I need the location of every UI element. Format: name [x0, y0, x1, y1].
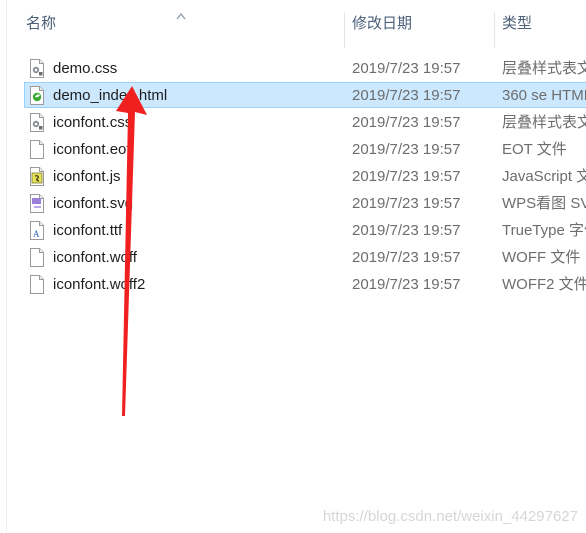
css-file-icon [29, 59, 45, 78]
file-list: demo.css 2019/7/23 19:57 层叠样式表文档 demo_index… [0, 55, 586, 298]
file-row[interactable]: iconfont.woff2 2019/7/23 19:57 WOFF2 文件 [0, 271, 586, 298]
file-type: 360 se HTML Document [502, 87, 586, 104]
svg-text:A: A [33, 229, 40, 239]
column-header-bar: 名称 修改日期 类型 [0, 0, 586, 48]
file-type: JavaScript 文件 [502, 168, 586, 185]
sort-ascending-icon [176, 13, 186, 20]
file-name[interactable]: iconfont.ttf [53, 217, 343, 244]
column-header-name[interactable]: 名称 [18, 0, 344, 48]
file-row[interactable]: Aiconfont.ttf 2019/7/23 19:57 TrueType 字体文… [0, 217, 586, 244]
file-modified-date: 2019/7/23 19:57 [352, 168, 461, 185]
file-name[interactable]: iconfont.js [53, 163, 343, 190]
file-modified-date: 2019/7/23 19:57 [352, 114, 461, 131]
file-row[interactable]: iconfont.svg 2019/7/23 19:57 WPS看图 SVG [0, 190, 586, 217]
file-explorer-window: 名称 修改日期 类型 demo.css 2019/7/23 19:57 层叠样式表文… [0, 0, 586, 533]
blank-file-icon [29, 275, 45, 294]
file-name[interactable]: iconfont.svg [53, 190, 343, 217]
file-type: EOT 文件 [502, 141, 567, 158]
js-file-icon [29, 167, 45, 186]
file-modified-date: 2019/7/23 19:57 [352, 249, 461, 266]
css-file-icon [29, 113, 45, 132]
file-name[interactable]: iconfont.eot [53, 136, 343, 163]
svg-file-icon [29, 194, 45, 213]
file-modified-date: 2019/7/23 19:57 [352, 276, 461, 293]
file-type: WOFF 文件 [502, 249, 581, 266]
file-name[interactable]: demo_index.html [53, 82, 343, 109]
file-row[interactable]: demo_index.html 2019/7/23 19:57 360 se HTM… [0, 82, 586, 109]
file-name[interactable]: iconfont.woff [53, 244, 343, 271]
blank-file-icon [29, 140, 45, 159]
file-modified-date: 2019/7/23 19:57 [352, 195, 461, 212]
file-row[interactable]: demo.css 2019/7/23 19:57 层叠样式表文档 [0, 55, 586, 82]
file-row[interactable]: iconfont.css 2019/7/23 19:57 层叠样式表文档 [0, 109, 586, 136]
blank-file-icon [29, 248, 45, 267]
file-name[interactable]: iconfont.css [53, 109, 343, 136]
file-name[interactable]: iconfont.woff2 [53, 271, 343, 298]
file-type: 层叠样式表文档 [502, 60, 586, 77]
file-modified-date: 2019/7/23 19:57 [352, 141, 461, 158]
file-modified-date: 2019/7/23 19:57 [352, 87, 461, 104]
watermark: https://blog.csdn.net/weixin_44297627 [322, 508, 578, 525]
file-modified-date: 2019/7/23 19:57 [352, 222, 461, 239]
file-type: WPS看图 SVG [502, 195, 586, 212]
file-type: WOFF2 文件 [502, 276, 586, 293]
file-row[interactable]: iconfont.woff 2019/7/23 19:57 WOFF 文件 [0, 244, 586, 271]
column-header-type[interactable]: 类型 [494, 0, 586, 48]
ttf-file-icon: A [29, 221, 45, 240]
file-row[interactable]: iconfont.eot 2019/7/23 19:57 EOT 文件 [0, 136, 586, 163]
html-file-icon [29, 86, 45, 105]
file-modified-date: 2019/7/23 19:57 [352, 60, 461, 77]
file-type: TrueType 字体文件 [502, 222, 586, 239]
file-name[interactable]: demo.css [53, 55, 343, 82]
file-type: 层叠样式表文档 [502, 114, 586, 131]
column-header-date[interactable]: 修改日期 [344, 0, 494, 48]
file-row[interactable]: iconfont.js 2019/7/23 19:57 JavaScript 文件 [0, 163, 586, 190]
